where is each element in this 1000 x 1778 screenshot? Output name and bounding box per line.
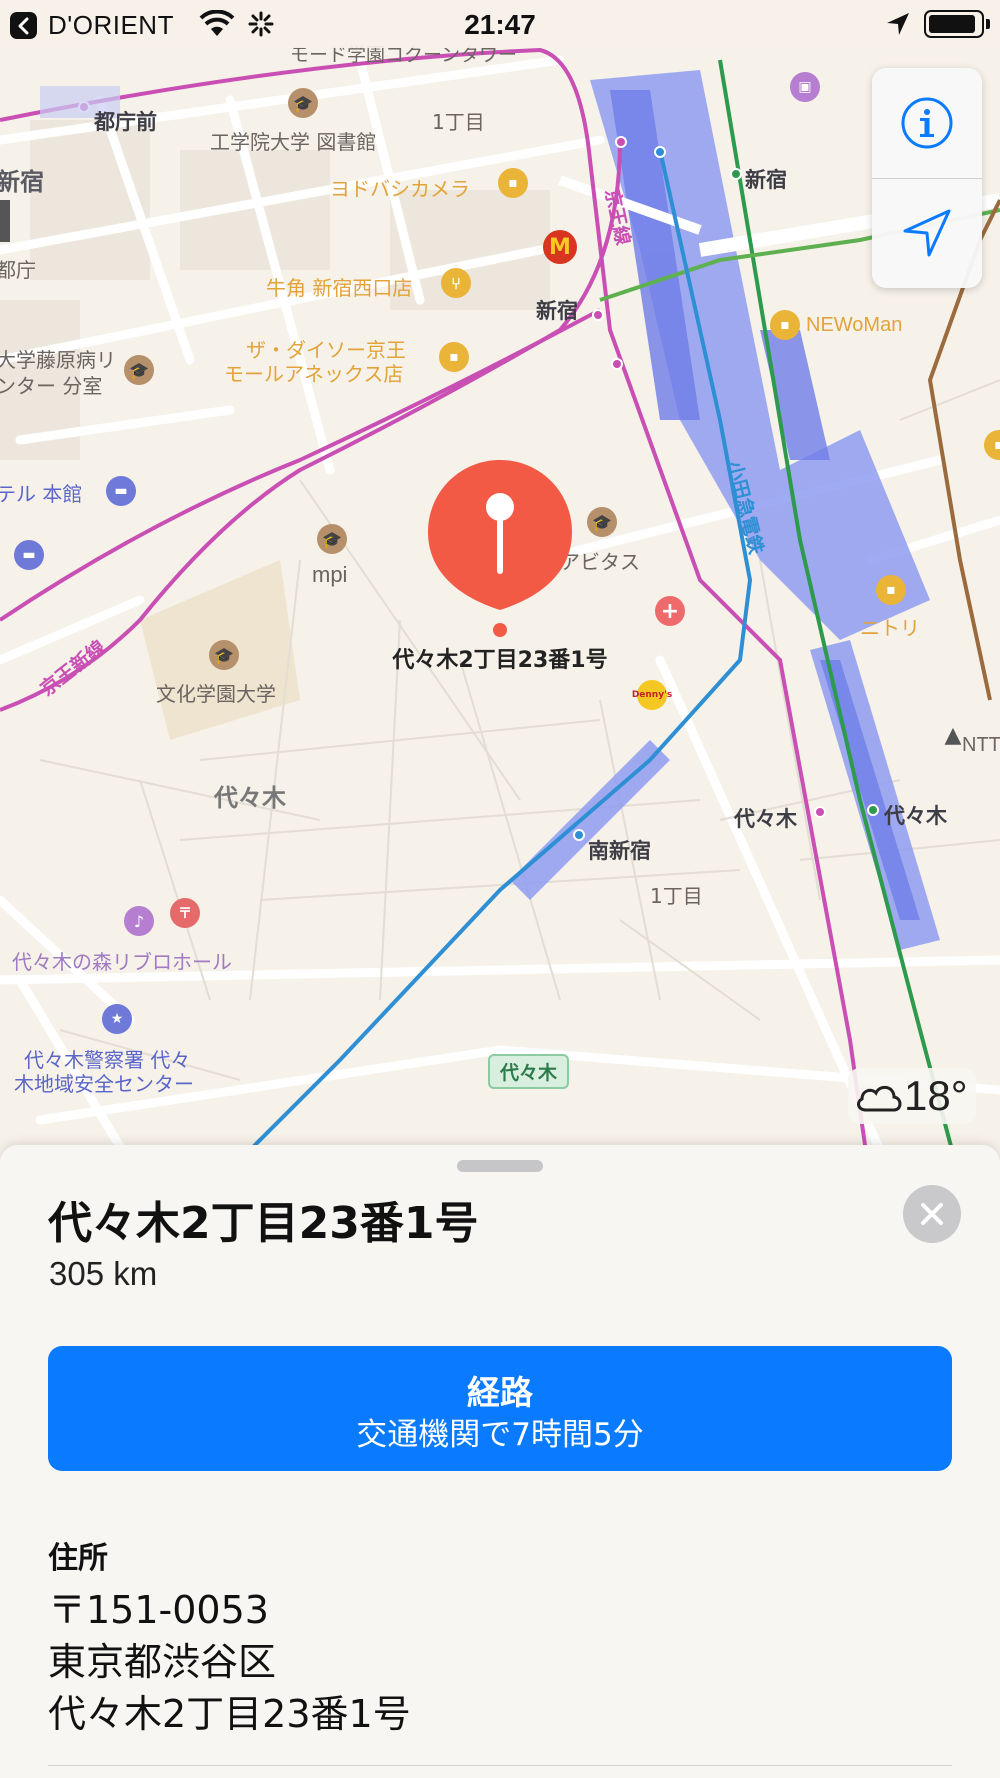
map-label-newoman[interactable]: NEWoMan [806, 314, 902, 337]
route-sign: 代々木 [488, 1054, 570, 1089]
address-city: 東京都渋谷区 [48, 1640, 277, 1684]
tower-icon: ▲ [944, 722, 962, 748]
address-heading: 住所 [48, 1541, 108, 1576]
map-label-tocho: 都庁 [0, 258, 36, 282]
info-icon [901, 97, 953, 149]
place-distance: 305 km [49, 1255, 158, 1292]
map-label-yodobashi[interactable]: ヨドバシカメラ [330, 173, 470, 202]
map-label-shinjuku-station[interactable]: 新宿 [536, 295, 578, 325]
map-label-yoyogi-area: 代々木 [214, 784, 286, 812]
map-label-mpi[interactable]: mpi [312, 562, 347, 588]
police-icon[interactable]: ★ [102, 1004, 132, 1034]
school-icon[interactable]: 🎓 [587, 507, 617, 537]
map-label-nitori[interactable]: ニトリ [860, 612, 920, 641]
battery-cap [986, 19, 990, 29]
mcdonalds-icon[interactable]: M [543, 230, 577, 264]
hospital-icon[interactable]: + [655, 596, 685, 626]
shopping-bag-icon[interactable]: ▪ [770, 310, 800, 340]
weather-temperature: 18° [904, 1072, 968, 1119]
post-office-icon[interactable]: 〒 [170, 898, 200, 928]
restaurant-icon[interactable]: ⑂ [441, 268, 471, 298]
map-label-gyukaku[interactable]: 牛角 新宿西口店 [266, 272, 412, 301]
school-icon[interactable]: 🎓 [317, 524, 347, 554]
dropped-pin[interactable] [428, 460, 572, 638]
pin-label: 代々木2丁目23番1号 [392, 648, 608, 673]
shopping-bag-icon[interactable]: ▪ [498, 168, 528, 198]
weather-chip[interactable]: 18° [848, 1068, 976, 1124]
hotel-icon[interactable]: ▬ [106, 476, 136, 506]
map-label-bunka-gakuen[interactable]: 文化学園大学 [156, 678, 276, 707]
location-services-icon [887, 13, 909, 35]
place-title: 代々木2丁目23番1号 [48, 1198, 479, 1249]
battery-level [929, 15, 975, 33]
map-label-minami-shinjuku[interactable]: 南新宿 [588, 835, 651, 865]
place-card: 代々木2丁目23番1号 305 km 経路 交通機関で7時間5分 住所 〒151… [0, 1145, 1000, 1778]
close-icon [921, 1203, 943, 1225]
status-bar: D'ORIENT 21:47 [0, 0, 1000, 48]
map-label-police-2[interactable]: 木地域安全センター [14, 1068, 194, 1097]
cinema-icon[interactable]: ▣ [790, 72, 820, 102]
school-icon[interactable]: 🎓 [288, 88, 318, 118]
map-label-rebro-hall[interactable]: 代々木の森リブロホール [12, 946, 232, 975]
shopping-bag-icon[interactable]: ▪ [876, 575, 906, 605]
sheet-grabber[interactable] [457, 1160, 543, 1172]
sheet-divider [48, 1765, 952, 1766]
map-label-shinjuku-left: 新宿 [0, 168, 44, 196]
cloud-icon [857, 1085, 902, 1112]
locate-button[interactable] [899, 205, 955, 261]
close-button[interactable] [903, 1185, 961, 1243]
map-label-kogakuin[interactable]: 工学院大学 図書館 [210, 126, 376, 155]
pin-marker-icon [428, 460, 572, 637]
address-postal: 〒151-0053 [48, 1588, 269, 1632]
directions-label: 経路 [467, 1373, 533, 1412]
hotel-icon[interactable]: ▬ [14, 540, 44, 570]
map-label-yoyogi-station-left[interactable]: 代々木 [734, 803, 797, 833]
address-street: 代々木2丁目23番1号 [48, 1692, 411, 1736]
clock: 21:47 [464, 9, 536, 40]
music-icon[interactable]: ♪ [124, 906, 154, 936]
map-view[interactable]: モード学園コクーンタワー 都庁前 工学院大学 図書館 1丁目 ヨドバシカメラ 新… [0, 0, 1000, 1180]
location-arrow-icon [903, 209, 951, 257]
map-label-hospital-2[interactable]: ンター 分室 [0, 370, 102, 399]
directions-button[interactable]: 経路 交通機関で7時間5分 [48, 1346, 952, 1471]
map-label-hotel[interactable]: テル 本館 [0, 478, 82, 507]
dennys-icon[interactable]: Denny's [632, 680, 672, 710]
map-label-avitas[interactable]: アビタス [560, 546, 640, 575]
map-label-tochomae[interactable]: 都庁前 [94, 106, 157, 136]
map-label-shinjuku-east[interactable]: 新宿 [745, 164, 787, 194]
school-icon[interactable]: 🎓 [124, 355, 154, 385]
info-button[interactable] [899, 95, 955, 151]
map-label-daiso-2[interactable]: モールアネックス店 [224, 358, 403, 387]
shopping-bag-icon[interactable]: ▪ [439, 342, 469, 372]
map-label-chome-top: 1丁目 [432, 110, 485, 134]
map-label-yoyogi-station-right[interactable]: 代々木 [884, 800, 947, 830]
controls-divider [872, 178, 982, 179]
map-label-chome-bottom: 1丁目 [650, 884, 703, 908]
directions-eta: 交通機関で7時間5分 [356, 1417, 644, 1453]
battery-icon [924, 10, 984, 38]
map-controls [872, 68, 982, 288]
map-label-hospital-1[interactable]: 大学藤原病リ [0, 344, 116, 373]
